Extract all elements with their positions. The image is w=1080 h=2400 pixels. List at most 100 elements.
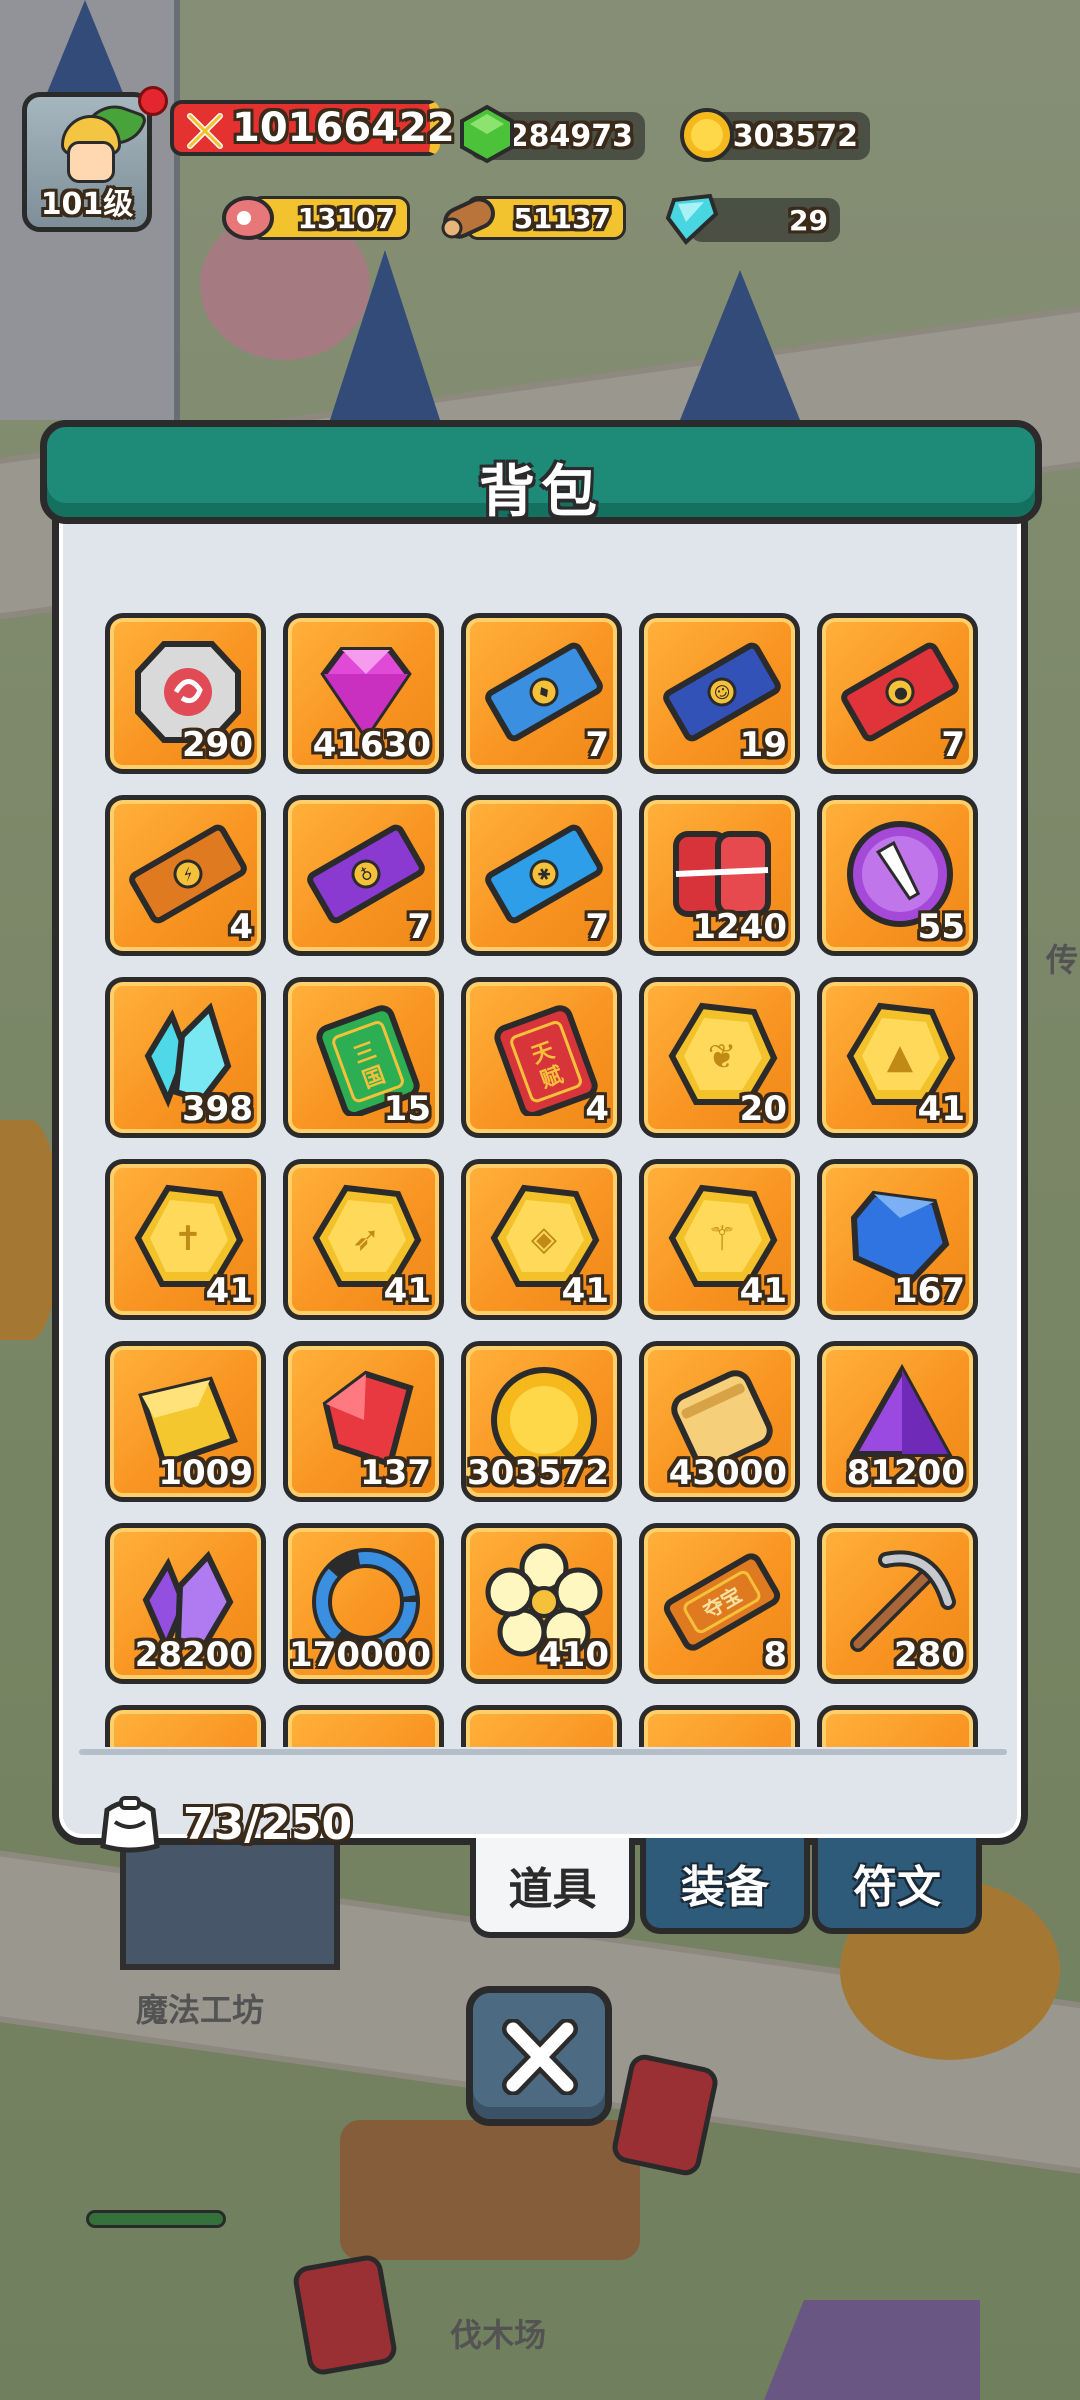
item-count: 7 bbox=[585, 907, 609, 947]
item-slot[interactable]: ⚚ 41 bbox=[639, 1159, 800, 1320]
item-count: 290 bbox=[182, 725, 253, 765]
item-slot[interactable]: ➶ 41 bbox=[283, 1159, 444, 1320]
green-gem-value: 284973 bbox=[507, 118, 633, 154]
crossed-swords-icon bbox=[187, 113, 223, 149]
divider bbox=[79, 1749, 1007, 1755]
item-slot[interactable]: ✱ 7 bbox=[461, 795, 622, 956]
item-slot[interactable]: 三国 15 bbox=[283, 977, 444, 1138]
combat-power-value: 10166422 bbox=[232, 105, 455, 151]
item-slot[interactable]: ✝ 41 bbox=[105, 1159, 266, 1320]
item-slot[interactable]: ● 7 bbox=[817, 613, 978, 774]
item-slot[interactable]: 天赋4 bbox=[461, 977, 622, 1138]
backpack-body: 290 41630 ♦ 7 ☺ 19 ● 7 ⚡ 4 ♁ 7 ✱ 7 1240 55 398 三国 15 天赋 4 ❦ 20… bbox=[52, 480, 1028, 1853]
item-slot[interactable]: 43000 bbox=[639, 1341, 800, 1502]
item-count: 43000 bbox=[668, 1453, 787, 1493]
item-count: 8 bbox=[763, 1635, 787, 1675]
item-count: 137 bbox=[360, 1453, 431, 1493]
item-slot[interactable]: ♁ 7 bbox=[283, 795, 444, 956]
item-slot[interactable]: 167 bbox=[817, 1159, 978, 1320]
player-avatar[interactable]: 101级 bbox=[22, 92, 152, 232]
item-count: 28200 bbox=[134, 1635, 253, 1675]
close-icon bbox=[502, 2019, 578, 2095]
item-count: 410 bbox=[538, 1635, 609, 1675]
diamond-value: 29 bbox=[789, 203, 828, 237]
gold-value: 303572 bbox=[732, 118, 858, 154]
item-slot[interactable]: 41630 bbox=[283, 613, 444, 774]
item-count: 303572 bbox=[467, 1453, 609, 1493]
gold-coin-icon bbox=[680, 108, 734, 162]
backpack-header: 背包 bbox=[40, 420, 1042, 525]
item-count: 1009 bbox=[158, 1453, 253, 1493]
item-count: 41 bbox=[917, 1089, 965, 1129]
item-count: 398 bbox=[182, 1089, 253, 1129]
item-count: 19 bbox=[739, 725, 787, 765]
item-slot[interactable]: 303572 bbox=[461, 1341, 622, 1502]
item-slot[interactable]: 1009 bbox=[105, 1341, 266, 1502]
tab-items[interactable]: 道具 bbox=[470, 1838, 635, 1938]
item-slot[interactable]: 137 bbox=[283, 1341, 444, 1502]
item-slot[interactable]: 170000 bbox=[283, 1523, 444, 1684]
item-count: 170000 bbox=[289, 1635, 431, 1675]
item-count: 15 bbox=[383, 1089, 431, 1129]
item-slot[interactable] bbox=[105, 1705, 266, 1747]
item-count: 7 bbox=[941, 725, 965, 765]
item-slot[interactable]: ☺ 19 bbox=[639, 613, 800, 774]
close-button[interactable] bbox=[466, 1986, 612, 2126]
green-gem-icon bbox=[460, 104, 514, 164]
tab-runes[interactable]: 符文 bbox=[812, 1838, 982, 1934]
top-hud: 101级 10166422 284973 303572 13107 51137 … bbox=[0, 0, 1080, 260]
item-count: 1240 bbox=[692, 907, 787, 947]
svg-text:▲: ▲ bbox=[887, 1037, 914, 1077]
item-count: 81200 bbox=[846, 1453, 965, 1493]
item-slot[interactable]: 280 bbox=[817, 1523, 978, 1684]
tab-equipment[interactable]: 装备 bbox=[640, 1838, 810, 1934]
item-slot[interactable]: 1240 bbox=[639, 795, 800, 956]
item-slot[interactable]: 55 bbox=[817, 795, 978, 956]
item-count: 7 bbox=[407, 907, 431, 947]
player-level: 101级 bbox=[40, 187, 134, 222]
item-slot[interactable]: ⚡ 4 bbox=[105, 795, 266, 956]
item-slot[interactable]: 410 bbox=[461, 1523, 622, 1684]
wood-log-icon bbox=[441, 197, 495, 239]
item-count: 41 bbox=[561, 1271, 609, 1311]
partial-item-icon bbox=[662, 1724, 782, 1747]
item-grid[interactable]: 290 41630 ♦ 7 ☺ 19 ● 7 ⚡ 4 ♁ 7 ✱ 7 1240 55 398 三国 15 天赋 4 ❦ 20… bbox=[105, 613, 989, 1747]
item-count: 41 bbox=[739, 1271, 787, 1311]
item-slot[interactable]: 28200 bbox=[105, 1523, 266, 1684]
item-slot[interactable]: 81200 bbox=[817, 1341, 978, 1502]
item-slot[interactable] bbox=[817, 1705, 978, 1747]
item-slot[interactable]: ♦ 7 bbox=[461, 613, 622, 774]
item-count: 280 bbox=[894, 1635, 965, 1675]
item-slot[interactable]: ◈ 41 bbox=[461, 1159, 622, 1320]
partial-item-icon bbox=[840, 1724, 960, 1747]
item-slot[interactable] bbox=[639, 1705, 800, 1747]
wood-value: 51137 bbox=[513, 201, 611, 235]
meat-icon bbox=[222, 196, 274, 240]
item-slot[interactable]: 398 bbox=[105, 977, 266, 1138]
item-count: 167 bbox=[894, 1271, 965, 1311]
backpack-title: 背包 bbox=[479, 460, 603, 525]
item-slot[interactable]: ▲ 41 bbox=[817, 977, 978, 1138]
item-count: 41 bbox=[383, 1271, 431, 1311]
item-slot[interactable] bbox=[283, 1705, 444, 1747]
tab-items-label: 道具 bbox=[508, 1864, 597, 1915]
svg-text:⚚: ⚚ bbox=[707, 1219, 737, 1259]
item-count: 7 bbox=[585, 725, 609, 765]
item-count: 20 bbox=[739, 1089, 787, 1129]
item-slot[interactable]: 夺宝 8 bbox=[639, 1523, 800, 1684]
item-slot[interactable]: ❦ 20 bbox=[639, 977, 800, 1138]
svg-text:❦: ❦ bbox=[708, 1037, 737, 1077]
diamond-icon bbox=[665, 193, 719, 245]
svg-text:✝: ✝ bbox=[174, 1219, 203, 1259]
item-count: 4 bbox=[229, 907, 253, 947]
item-count: 4 bbox=[585, 1089, 609, 1129]
partial-item-icon bbox=[306, 1724, 426, 1747]
partial-item-icon bbox=[484, 1724, 604, 1747]
item-count: 41 bbox=[205, 1271, 253, 1311]
item-slot[interactable]: 290 bbox=[105, 613, 266, 774]
svg-text:◈: ◈ bbox=[531, 1219, 558, 1259]
tab-equipment-label: 装备 bbox=[681, 1862, 769, 1913]
backpack-icon bbox=[100, 1796, 160, 1853]
item-slot[interactable] bbox=[461, 1705, 622, 1747]
item-count: 41630 bbox=[312, 725, 431, 765]
